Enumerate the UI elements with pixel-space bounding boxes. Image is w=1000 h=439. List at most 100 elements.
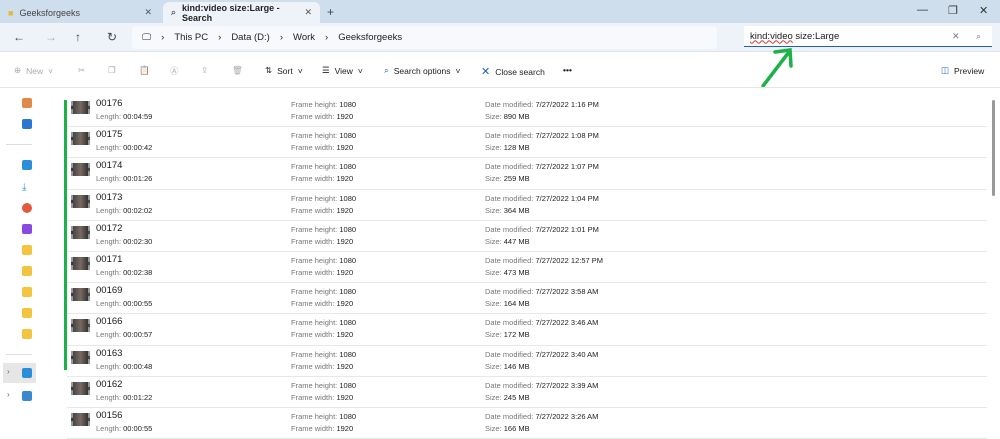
- new-button[interactable]: ⊕ New ˅: [14, 65, 53, 76]
- cut-icon[interactable]: ✂: [78, 65, 85, 76]
- video-thumbnail-icon: [71, 350, 90, 364]
- frame-width: Frame width: 1920: [291, 330, 354, 340]
- file-name: 00162: [96, 378, 123, 390]
- more-options-button[interactable]: •••: [563, 65, 572, 75]
- file-size: Size: 473 MB: [485, 267, 530, 277]
- preview-button[interactable]: ◫ Preview: [941, 65, 984, 76]
- share-icon[interactable]: ⇪: [201, 65, 208, 76]
- file-row[interactable]: 00173 Length: 00:02:02 Frame height: 108…: [67, 190, 987, 221]
- breadcrumb-this-pc[interactable]: This PC: [174, 32, 208, 43]
- file-name: 00172: [96, 222, 123, 234]
- back-button[interactable]: ←: [13, 30, 25, 44]
- frame-height: Frame height: 1080: [291, 131, 357, 141]
- close-window-button[interactable]: ✕: [979, 4, 988, 17]
- close-tab-icon[interactable]: ✕: [144, 7, 152, 18]
- date-modified: Date modified: 7/27/2022 3:39 AM: [485, 380, 599, 390]
- breadcrumb-work[interactable]: Work: [293, 32, 315, 43]
- video-thumbnail-icon: [71, 319, 90, 333]
- folder-icon[interactable]: [22, 266, 32, 276]
- file-size: Size: 164 MB: [485, 299, 530, 309]
- search-icon[interactable]: ⌕: [976, 31, 981, 42]
- frame-height: Frame height: 1080: [291, 100, 357, 109]
- date-modified: Date modified: 7/27/2022 1:08 PM: [485, 131, 599, 141]
- folder-icon: ■: [8, 7, 14, 18]
- tab-search[interactable]: ⌕ kind:video size:Large - Search ✕: [163, 2, 320, 23]
- file-length: Length: 00:01:26: [96, 174, 153, 184]
- file-row[interactable]: 00169 Length: 00:00:55 Frame height: 108…: [67, 283, 987, 315]
- file-row[interactable]: 00163 Length: 00:00:48 Frame height: 108…: [67, 346, 987, 377]
- file-name: 00175: [96, 129, 123, 141]
- folder-icon[interactable]: [22, 308, 32, 318]
- close-tab-icon[interactable]: ✕: [304, 7, 312, 18]
- folder-icon[interactable]: [22, 245, 32, 255]
- delete-icon[interactable]: 🗑: [232, 65, 243, 76]
- frame-width: Frame width: 1920: [291, 267, 354, 277]
- videos-icon[interactable]: [22, 224, 32, 234]
- video-thumbnail-icon: [71, 256, 90, 270]
- downloads-icon[interactable]: ⤓: [22, 182, 32, 193]
- sort-button[interactable]: ⇅ Sort ˅: [265, 65, 303, 76]
- forward-button[interactable]: →: [45, 30, 57, 44]
- file-name: 00176: [96, 98, 123, 109]
- music-icon[interactable]: [22, 203, 32, 213]
- frame-width: Frame width: 1920: [291, 143, 354, 153]
- navigation-pane: ⤓ › ›: [0, 89, 50, 435]
- file-length: Length: 00:00:48: [96, 361, 153, 371]
- monitor-icon: 🖵: [142, 32, 152, 43]
- home-icon[interactable]: [22, 98, 32, 108]
- command-bar: ⊕ New ˅ ✂ ❐ 📋 Ⓐ ⇪ 🗑 ⇅ Sort ˅ ☰ View ˅ ⌕ Search …: [0, 53, 1000, 88]
- view-button[interactable]: ☰ View ˅: [322, 65, 363, 76]
- copy-icon[interactable]: ❐: [108, 65, 116, 76]
- breadcrumb-data-d[interactable]: Data (D:): [231, 32, 270, 43]
- new-tab-button[interactable]: +: [327, 5, 334, 19]
- file-size: Size: 245 MB: [485, 392, 530, 402]
- date-modified: Date modified: 7/27/2022 1:16 PM: [485, 100, 599, 109]
- desktop-icon[interactable]: [22, 160, 32, 170]
- breadcrumb-geeksforgeeks[interactable]: Geeksforgeeks: [338, 32, 402, 43]
- folder-icon[interactable]: [22, 329, 32, 339]
- frame-height: Frame height: 1080: [291, 349, 357, 359]
- tab-geeksforgeeks[interactable]: ■ Geeksforgeeks ✕: [0, 2, 160, 23]
- minimize-button[interactable]: —: [917, 4, 928, 16]
- date-modified: Date modified: 7/27/2022 1:01 PM: [485, 224, 599, 234]
- gallery-icon[interactable]: [22, 119, 32, 129]
- up-button[interactable]: ↑: [75, 30, 81, 44]
- date-modified: Date modified: 7/27/2022 1:07 PM: [485, 162, 599, 172]
- frame-width: Frame width: 1920: [291, 112, 354, 121]
- file-row[interactable]: 00166 Length: 00:00:57 Frame height: 108…: [67, 314, 987, 346]
- clear-search-icon[interactable]: ✕: [952, 31, 960, 42]
- frame-width: Frame width: 1920: [291, 236, 354, 246]
- frame-height: Frame height: 1080: [291, 318, 357, 328]
- file-name: 00166: [96, 316, 123, 328]
- network-item[interactable]: ›: [3, 386, 36, 406]
- close-search-button[interactable]: ✕ Close search: [481, 65, 545, 78]
- frame-width: Frame width: 1920: [291, 361, 354, 371]
- frame-height: Frame height: 1080: [291, 162, 357, 172]
- paste-icon[interactable]: 📋: [139, 65, 150, 76]
- vertical-scrollbar[interactable]: [992, 100, 995, 196]
- close-icon: ✕: [481, 66, 491, 78]
- refresh-button[interactable]: ↻: [107, 30, 117, 44]
- restore-button[interactable]: ❐: [948, 4, 958, 17]
- this-pc-item[interactable]: ›: [3, 363, 36, 383]
- folder-icon[interactable]: [22, 287, 32, 297]
- file-row[interactable]: 00176 Length: 00:04:59 Frame height: 108…: [67, 96, 987, 128]
- file-row[interactable]: 00175 Length: 00:00:42 Frame height: 108…: [67, 127, 987, 159]
- video-thumbnail-icon: [71, 101, 90, 114]
- view-icon: ☰: [322, 65, 330, 75]
- file-size: Size: 146 MB: [485, 361, 530, 371]
- file-length: Length: 00:00:55: [96, 299, 153, 309]
- file-length: Length: 00:01:22: [96, 392, 153, 402]
- file-row[interactable]: 00171 Length: 00:02:38 Frame height: 108…: [67, 252, 987, 284]
- rename-icon[interactable]: Ⓐ: [170, 65, 179, 77]
- video-thumbnail-icon: [71, 225, 90, 239]
- search-icon: ⌕: [171, 7, 177, 17]
- file-size: Size: 890 MB: [485, 112, 530, 121]
- file-row[interactable]: 00156 Length: 00:00:55 Frame height: 108…: [67, 408, 987, 439]
- file-row[interactable]: 00174 Length: 00:01:26 Frame height: 108…: [67, 158, 987, 190]
- file-length: Length: 00:00:57: [96, 330, 153, 340]
- file-row[interactable]: 00162 Length: 00:01:22 Frame height: 108…: [67, 377, 987, 408]
- file-row[interactable]: 00172 Length: 00:02:30 Frame height: 108…: [67, 221, 987, 252]
- frame-width: Frame width: 1920: [291, 392, 354, 402]
- search-options-button[interactable]: ⌕ Search options ˅: [384, 65, 460, 76]
